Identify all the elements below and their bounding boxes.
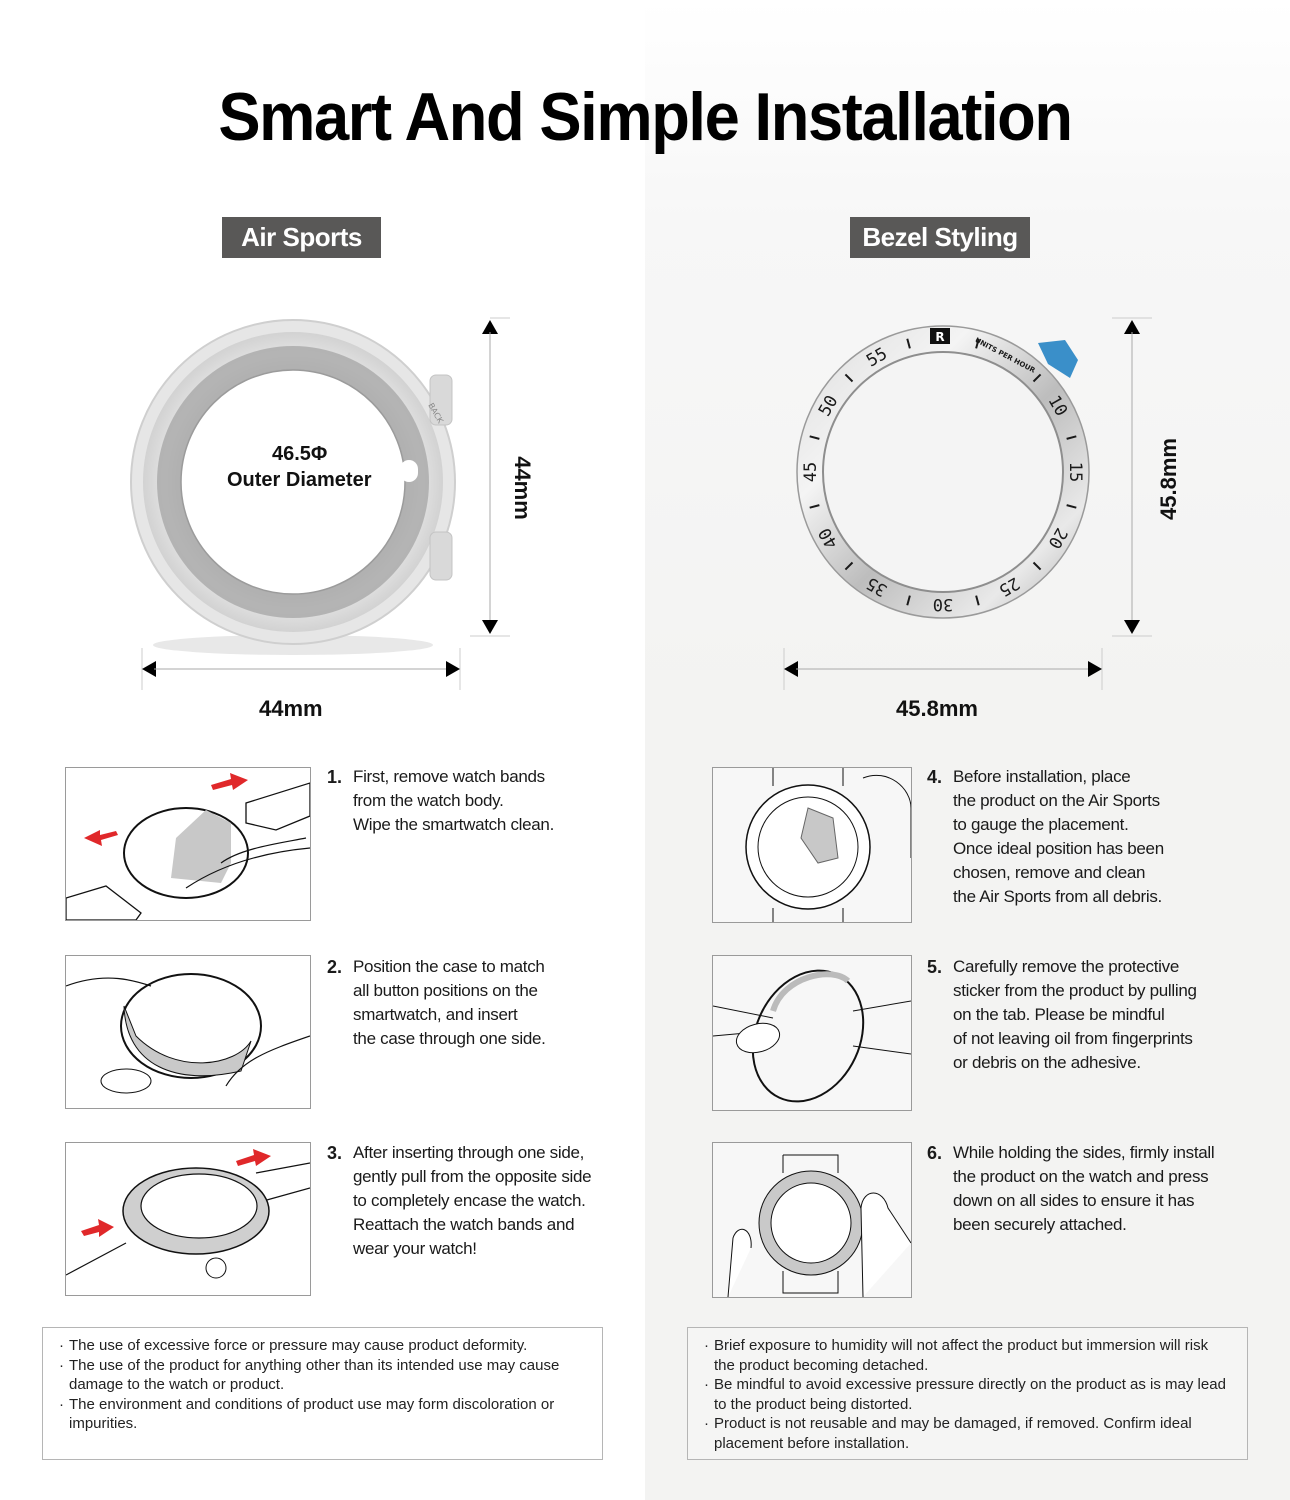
step-text: Before installation, place the product o…: [953, 767, 1164, 906]
caution-notes-bezel-styling: · Brief exposure to humidity will not aff…: [687, 1327, 1248, 1460]
section-label-air-sports: Air Sports: [222, 217, 381, 258]
step-text: Carefully remove the protective sticker …: [953, 957, 1197, 1072]
note-item: · The environment and conditions of produ…: [59, 1395, 555, 1433]
right-width-dimension: 45.8mm: [896, 696, 978, 721]
note-item: · The use of the product for anything oth…: [59, 1356, 560, 1394]
step-3-illustration: [65, 1142, 311, 1296]
note-item: · Product is not reusable and may be dama…: [704, 1415, 1192, 1452]
page-title: Smart And Simple Installation: [218, 79, 1073, 155]
step-number: 1.: [327, 767, 343, 787]
arrow-red-icon: [84, 830, 118, 846]
step-number: 3.: [327, 1143, 343, 1163]
step-number: 2.: [327, 957, 343, 977]
arrow-red-icon: [81, 1219, 114, 1237]
step-text: After inserting through one side, gently…: [353, 1143, 592, 1258]
section-label-bezel-styling: Bezel Styling: [850, 217, 1030, 258]
caution-notes-air-sports: · The use of excessive force or pressure …: [42, 1327, 603, 1460]
note-item: · Be mindful to avoid excessive pressure …: [704, 1376, 1226, 1413]
product-caption-outer-diameter: Outer Diameter: [227, 469, 372, 491]
step-6-illustration: [712, 1142, 912, 1298]
right-width-arrow: [783, 648, 1103, 690]
left-height-dimension: 44mm: [509, 456, 535, 520]
step-text: First, remove watch bands from the watch…: [353, 767, 555, 834]
note-item: · Brief exposure to humidity will not aff…: [704, 1337, 1209, 1374]
left-height-arrow: [470, 317, 510, 637]
left-width-arrow: [141, 648, 461, 690]
step-number: 5.: [927, 957, 943, 977]
bezel-number: 45: [801, 462, 821, 482]
note-item: · The use of excessive force or pressure …: [59, 1337, 528, 1354]
step-2-illustration: [65, 955, 311, 1109]
left-width-dimension: 44mm: [259, 696, 323, 721]
bezel-ring-image: 55101520253035404550UNITS PER HOUR R: [796, 325, 1090, 619]
arrow-red-icon: [211, 773, 248, 790]
step-4-illustration: [712, 767, 912, 923]
step-number: 4.: [927, 767, 943, 787]
step-1-illustration: [65, 767, 311, 921]
svg-text:R: R: [935, 330, 944, 344]
step-text: While holding the sides, firmly install …: [953, 1143, 1215, 1234]
step-text: Position the case to match all button po…: [353, 957, 546, 1048]
step-5-illustration: [712, 955, 912, 1111]
right-height-dimension: 45.8mm: [1155, 438, 1181, 520]
step-number: 6.: [927, 1143, 943, 1163]
right-height-arrow: [1112, 317, 1152, 637]
bezel-number: 30: [933, 594, 953, 614]
product-caption-diameter: 46.5Φ: [272, 443, 328, 465]
bezel-number: 15: [1065, 462, 1085, 482]
arrow-red-icon: [236, 1149, 271, 1166]
